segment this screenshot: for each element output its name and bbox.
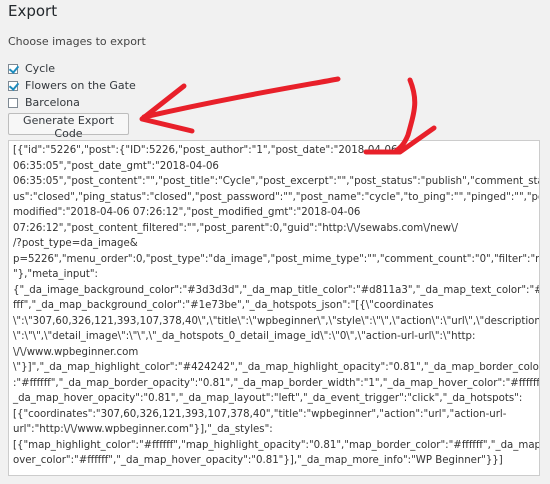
checkbox-cycle[interactable]: [8, 63, 18, 74]
image-option-flowers-on-the-gate[interactable]: Flowers on the Gate: [8, 79, 136, 92]
image-option-label: Barcelona: [25, 96, 80, 109]
generate-export-code-button[interactable]: Generate Export Code: [8, 113, 129, 140]
arrow-left-shaft-icon: [141, 76, 341, 120]
checkbox-barcelona[interactable]: [8, 97, 18, 108]
image-option-label: Cycle: [25, 62, 56, 75]
arrow-left-head-icon: [139, 83, 195, 134]
checkbox-flowers-on-the-gate[interactable]: [8, 80, 18, 91]
section-title: Export: [8, 2, 58, 20]
section-subtitle: Choose images to export: [8, 35, 146, 48]
image-option-label: Flowers on the Gate: [25, 79, 136, 92]
export-code-textarea[interactable]: [8, 140, 540, 476]
image-option-cycle[interactable]: Cycle: [8, 62, 55, 75]
image-option-barcelona[interactable]: Barcelona: [8, 96, 80, 109]
